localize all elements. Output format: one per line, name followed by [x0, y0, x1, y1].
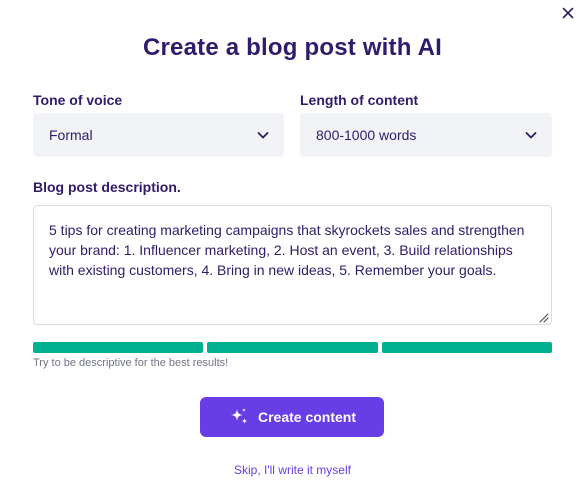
length-of-content-value: 800-1000 words [316, 127, 417, 143]
chevron-down-icon [524, 128, 538, 142]
quality-meter-segment [381, 342, 552, 353]
resize-handle-icon[interactable] [537, 310, 549, 323]
skip-link[interactable]: Skip, I'll write it myself [0, 463, 585, 477]
dialog-title: Create a blog post with AI [142, 34, 442, 61]
length-of-content-label: Length of content [300, 92, 419, 108]
tone-of-voice-value: Formal [49, 127, 93, 143]
length-of-content-select[interactable]: 800-1000 words [300, 113, 552, 157]
quality-meter-segment [207, 342, 378, 353]
description-quality-meter [33, 342, 552, 353]
tone-of-voice-label: Tone of voice [33, 92, 123, 108]
description-hint: Try to be descriptive for the best resul… [33, 357, 229, 369]
chevron-down-icon [256, 128, 270, 142]
blog-post-description-label: Blog post description. [33, 179, 181, 195]
tone-of-voice-select[interactable]: Formal [33, 113, 284, 157]
quality-meter-segment [33, 342, 204, 353]
blog-post-description-text: 5 tips for creating marketing campaigns … [49, 222, 525, 278]
close-button[interactable] [559, 4, 577, 22]
create-blog-post-dialog: Create a blog post with AI Tone of voice… [0, 0, 585, 485]
close-icon [559, 4, 577, 22]
blog-post-description-textarea[interactable]: 5 tips for creating marketing campaigns … [33, 205, 552, 325]
create-content-label: Create content [257, 409, 357, 425]
create-content-button[interactable]: Create content [200, 397, 384, 437]
sparkles-icon [228, 406, 250, 428]
